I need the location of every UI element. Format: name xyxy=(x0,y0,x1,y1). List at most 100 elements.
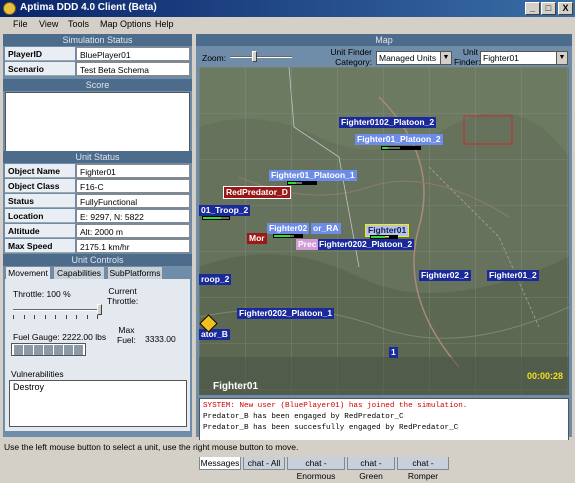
zoom-label: Zoom: xyxy=(202,53,227,63)
tab-capabilities[interactable]: Capabilities xyxy=(53,266,105,280)
slider-tick xyxy=(76,315,77,319)
object-class-value: F16-C xyxy=(76,179,190,193)
slider-tick xyxy=(44,315,46,319)
unit-status-header: Unit Status xyxy=(3,151,192,163)
fuel-gauge-segment xyxy=(64,345,73,355)
health-bar xyxy=(273,234,303,238)
menu-tools[interactable]: Tools xyxy=(68,19,89,29)
map-unit[interactable]: Fighter02_2 xyxy=(419,270,471,281)
map-unit[interactable]: ator_B xyxy=(199,329,230,340)
health-bar xyxy=(202,216,230,220)
map-unit[interactable]: Mor xyxy=(247,233,267,244)
tab-subplatforms[interactable]: SubPlatforms xyxy=(107,266,163,280)
right-panel: Map Zoom: Unit Finder Category: Managed … xyxy=(196,34,572,481)
fuel-gauge-segment xyxy=(14,345,23,355)
object-class-label: Object Class xyxy=(5,179,75,193)
map-view[interactable]: Fighter0102_Platoon_2 Fighter01_Platoon_… xyxy=(199,67,569,395)
zoom-slider-thumb[interactable] xyxy=(252,51,257,62)
vulnerability-item[interactable]: Destroy xyxy=(13,382,183,392)
altitude-label: Altitude xyxy=(5,224,75,238)
tab-chat-green[interactable]: chat - Green xyxy=(347,456,395,481)
message-line: Predator_B has been engaged by RedPredat… xyxy=(203,413,404,421)
throttle-slider-track[interactable] xyxy=(13,309,99,311)
simulation-timer: 00:00:28 xyxy=(526,371,563,381)
map-unit[interactable]: Fighter01_2 xyxy=(487,270,539,281)
unit-finder-dropdown[interactable]: Fighter01 ▼ xyxy=(480,51,568,65)
map-unit[interactable]: Fighter0202_Platoon_2 xyxy=(317,239,415,250)
slider-tick xyxy=(23,315,25,319)
slider-tick xyxy=(97,315,98,319)
menu-view[interactable]: View xyxy=(39,19,58,29)
map-unit[interactable]: roop_2 xyxy=(199,274,232,285)
map-unit[interactable]: Fighter01_Platoon_2 xyxy=(355,134,443,145)
fuel-gauge-label: Fuel Gauge: 2222.00 lbs xyxy=(13,332,107,342)
status-row: Status FullyFunctional xyxy=(5,194,190,208)
slider-tick xyxy=(13,315,14,319)
unit-finder-label: Unit Finder: xyxy=(454,47,481,67)
location-label: Location xyxy=(5,209,75,223)
menu-bar: File View Tools Map Options Help xyxy=(0,17,575,33)
menu-map-options[interactable]: Map Options xyxy=(100,19,151,29)
status-label: Status xyxy=(5,194,75,208)
minimize-button[interactable]: _ xyxy=(525,2,540,15)
object-class-row: Object Class F16-C xyxy=(5,179,190,193)
scenario-value: Test Beta Schema xyxy=(76,62,190,76)
map-unit[interactable]: or_RA xyxy=(311,223,341,234)
scenario-row: Scenario Test Beta Schema xyxy=(5,62,190,76)
object-name-row: Object Name Fighter01 xyxy=(5,164,190,178)
score-header: Score xyxy=(3,79,192,91)
player-id-label: PlayerID xyxy=(5,47,75,61)
window-title: Aptima DDD 4.0 Client (Beta) xyxy=(20,2,157,13)
map-unit[interactable]: Fighter02 xyxy=(267,223,310,234)
map-unit[interactable]: 01_Troop_2 xyxy=(199,205,251,216)
slider-tick xyxy=(34,315,35,319)
tab-chat-enormous[interactable]: chat - Enormous xyxy=(287,456,345,481)
map-controls: Zoom: Unit Finder Category: Managed Unit… xyxy=(196,46,572,67)
object-name-value: Fighter01 xyxy=(76,164,190,178)
altitude-value: Alt: 2000 m xyxy=(76,224,190,238)
map-unit[interactable]: Fighter0102_Platoon_2 xyxy=(339,117,437,128)
tab-chat-all[interactable]: chat - All xyxy=(243,456,285,470)
throttle-slider-thumb[interactable] xyxy=(97,304,102,315)
vulnerabilities-list[interactable]: Destroy xyxy=(9,380,187,427)
player-id-value: BluePlayer01 xyxy=(76,47,190,61)
maximize-button[interactable]: □ xyxy=(541,2,556,15)
map-unit[interactable]: Prec xyxy=(296,239,319,250)
max-speed-value: 2175.1 km/hr xyxy=(76,239,190,253)
map-unit[interactable]: 1 xyxy=(389,347,398,358)
unit-finder-category-value: Managed Units xyxy=(379,53,437,63)
max-fuel-value: 3333.00 xyxy=(145,334,176,344)
location-value: E: 9297, N: 5822 xyxy=(76,209,190,223)
max-speed-row: Max Speed 2175.1 km/hr xyxy=(5,239,190,253)
dropdown-arrow-icon: ▼ xyxy=(440,52,451,64)
tab-movement[interactable]: Movement xyxy=(5,266,51,280)
tab-chat-romper[interactable]: chat - Romper xyxy=(397,456,449,481)
tab-messages[interactable]: Messages xyxy=(199,456,241,470)
unit-finder-category-label: Unit Finder Category: xyxy=(330,47,372,67)
slider-tick xyxy=(55,315,56,319)
fuel-gauge-bar xyxy=(11,343,86,356)
title-bar: Aptima DDD 4.0 Client (Beta) _ □ X xyxy=(0,0,575,17)
selected-unit-label: Fighter01 xyxy=(213,381,259,392)
max-speed-label: Max Speed xyxy=(5,239,75,253)
map-unit[interactable]: Fighter0202_Platoon_1 xyxy=(237,308,335,319)
fuel-gauge-segment xyxy=(54,345,63,355)
throttle-ticks xyxy=(13,315,99,319)
scenario-label: Scenario xyxy=(5,62,75,76)
message-tabs: Messages chat - All chat - Enormous chat… xyxy=(199,456,569,481)
menu-help[interactable]: Help xyxy=(155,19,174,29)
fuel-gauge-segment xyxy=(34,345,43,355)
status-value: FullyFunctional xyxy=(76,194,190,208)
player-id-row: PlayerID BluePlayer01 xyxy=(5,47,190,61)
close-button[interactable]: X xyxy=(558,2,573,15)
message-line: SYSTEM: New user (BluePlayer01) has join… xyxy=(203,402,468,410)
unit-controls-header: Unit Controls xyxy=(3,254,192,266)
menu-file[interactable]: File xyxy=(13,19,28,29)
zoom-slider-track[interactable] xyxy=(230,56,292,58)
dropdown-arrow-icon: ▼ xyxy=(556,52,567,64)
unit-finder-category-dropdown[interactable]: Managed Units ▼ xyxy=(376,51,452,65)
map-unit[interactable]: Fighter01_Platoon_1 xyxy=(269,170,357,181)
map-unit[interactable]: RedPredator_D xyxy=(223,186,291,199)
altitude-row: Altitude Alt: 2000 m xyxy=(5,224,190,238)
health-bar xyxy=(381,146,421,150)
